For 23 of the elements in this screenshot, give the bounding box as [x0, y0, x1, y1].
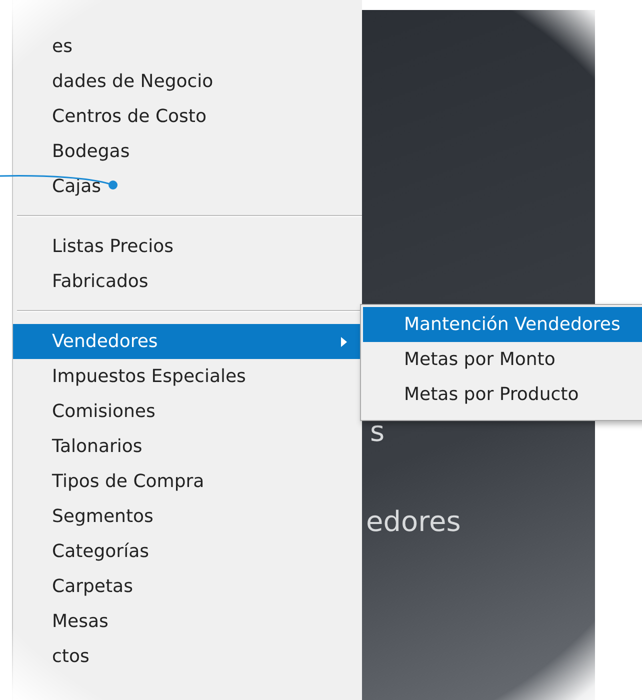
menu-item[interactable]: Metas por Producto	[363, 377, 642, 412]
menu-item[interactable]: Mesas	[13, 604, 362, 639]
menu-item[interactable]: Bodegas	[13, 134, 362, 169]
menu-item[interactable]: es	[13, 29, 362, 64]
menu-item[interactable]: Centros de Costo	[13, 99, 362, 134]
menu-item[interactable]: Talonarios	[13, 429, 362, 464]
menu-item[interactable]: Impuestos Especiales	[13, 359, 362, 394]
menu-item[interactable]: ctos	[13, 639, 362, 674]
menu-item[interactable]: Tipos de Compra	[13, 464, 362, 499]
menu-item[interactable]: dades de Negocio	[13, 64, 362, 99]
menu-item[interactable]: Vendedores	[13, 324, 362, 359]
menu-item[interactable]: Fabricados	[13, 264, 362, 299]
menu-item[interactable]: Comisiones	[13, 394, 362, 429]
menu-item[interactable]: Categorías	[13, 534, 362, 569]
panel-text: s	[370, 415, 385, 448]
menu-item[interactable]: Listas Precios	[13, 229, 362, 264]
panel-text: edores	[366, 505, 461, 538]
menu-item[interactable]: Metas por Monto	[363, 342, 642, 377]
menu-item[interactable]: Carpetas	[13, 569, 362, 604]
menu-item[interactable]: Cajas	[13, 169, 362, 204]
submenu-arrow-icon	[340, 336, 348, 348]
menu-item[interactable]: Segmentos	[13, 499, 362, 534]
menu-item[interactable]: Mantención Vendedores	[363, 307, 642, 342]
